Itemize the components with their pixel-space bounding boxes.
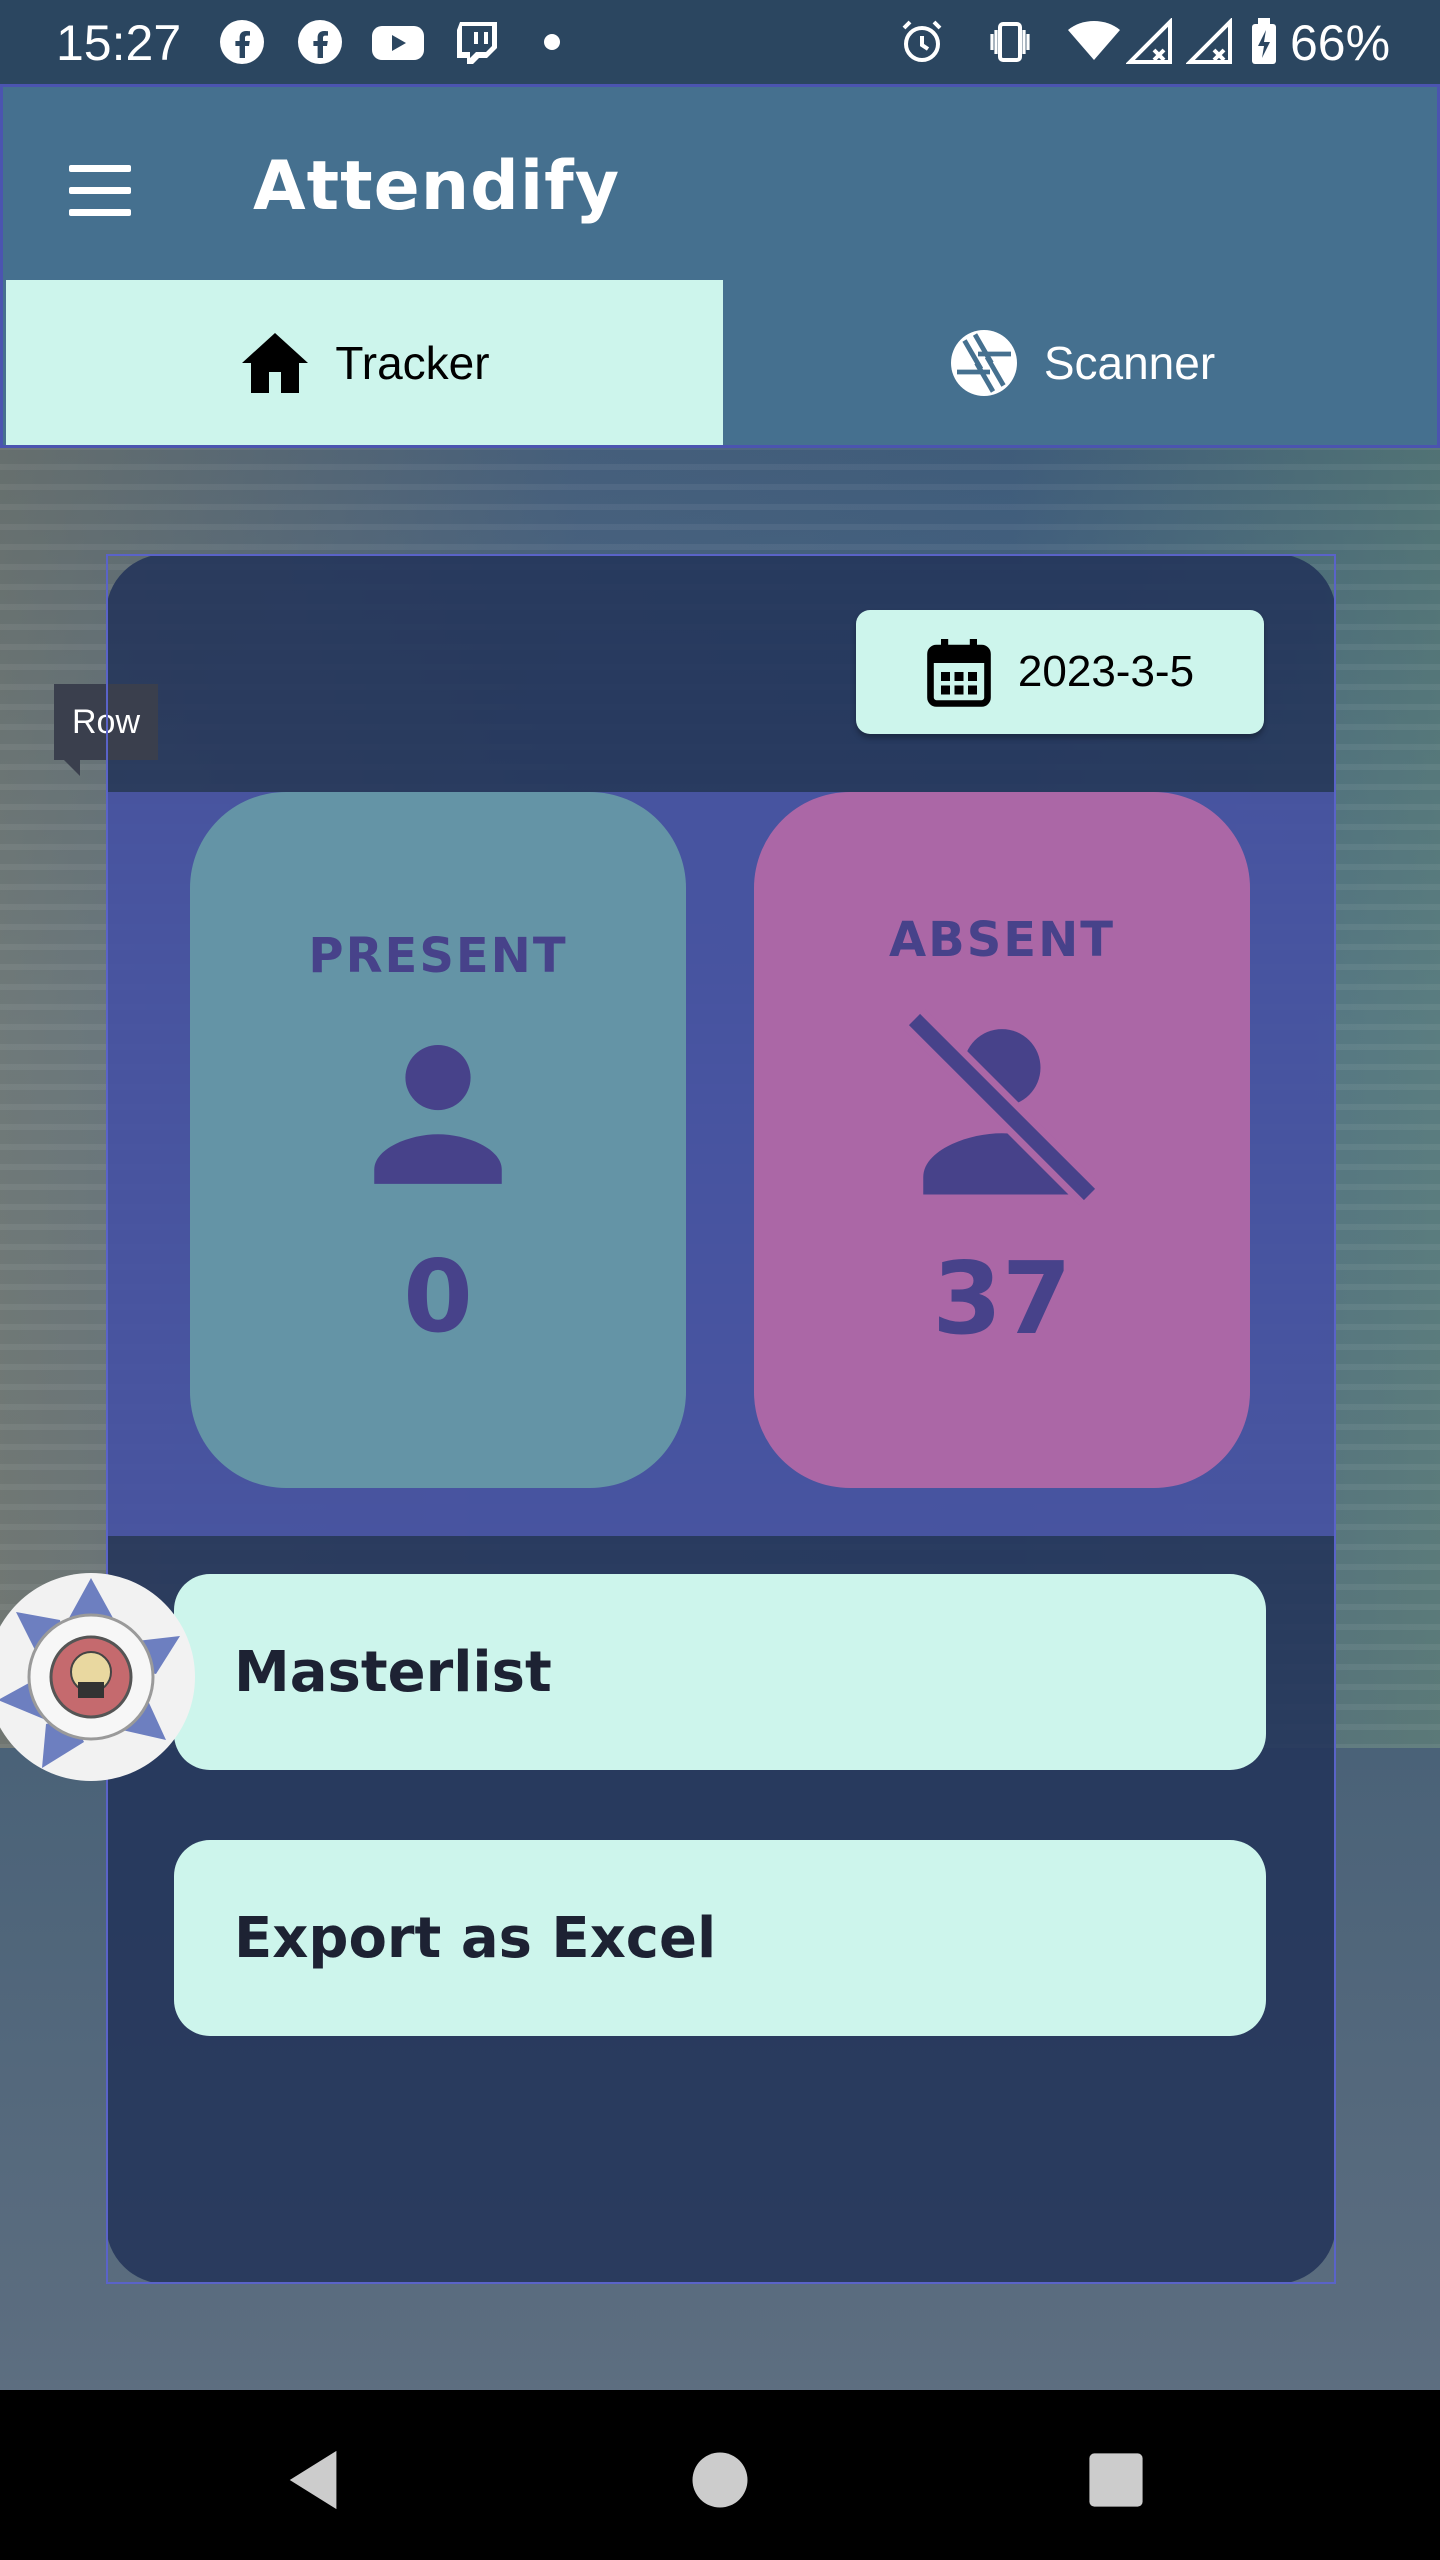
person-off-icon bbox=[903, 1008, 1101, 1206]
tab-scanner-label: Scanner bbox=[1043, 336, 1216, 389]
tab-scanner[interactable]: Scanner bbox=[723, 280, 1440, 445]
present-label: PRESENT bbox=[308, 928, 568, 984]
selected-date: 2023-3-5 bbox=[1017, 647, 1195, 696]
masterlist-label: Masterlist bbox=[234, 1639, 552, 1705]
dot-icon bbox=[544, 34, 560, 50]
home-circle-icon[interactable] bbox=[670, 2430, 770, 2530]
alarm-icon bbox=[902, 20, 942, 62]
tab-tracker[interactable]: Tracker bbox=[6, 280, 723, 445]
calendar-icon bbox=[927, 639, 991, 707]
battery-charging-icon bbox=[1252, 18, 1276, 64]
app-bar: Attendify bbox=[0, 84, 1440, 280]
date-picker-button[interactable]: 2023-3-5 bbox=[856, 610, 1264, 734]
vibrate-icon bbox=[990, 22, 1030, 62]
hamburger-menu-icon[interactable] bbox=[65, 165, 137, 219]
present-card[interactable]: PRESENT 0 bbox=[190, 792, 686, 1488]
home-icon bbox=[242, 332, 309, 393]
navigation-bar bbox=[0, 2392, 1440, 2560]
row-tooltip: Row bbox=[54, 684, 158, 776]
camera-shutter-icon bbox=[950, 329, 1017, 396]
signal-icon bbox=[1186, 18, 1232, 64]
person-icon bbox=[374, 1045, 502, 1184]
back-icon[interactable] bbox=[266, 2430, 366, 2530]
absent-label: ABSENT bbox=[888, 912, 1115, 968]
status-time: 15:27 bbox=[56, 15, 182, 71]
tab-tracker-label: Tracker bbox=[335, 336, 490, 389]
signal-icon bbox=[1126, 18, 1172, 64]
absent-count: 37 bbox=[932, 1240, 1072, 1357]
facebook-icon bbox=[298, 20, 342, 64]
app-title: Attendify bbox=[253, 147, 621, 226]
battery-percent: 66% bbox=[1290, 15, 1391, 71]
present-count: 0 bbox=[403, 1238, 473, 1355]
absent-card[interactable]: ABSENT 37 bbox=[754, 792, 1250, 1488]
status-bar: 15:27 66% bbox=[0, 0, 1440, 84]
masterlist-button[interactable]: Masterlist bbox=[174, 1574, 1266, 1770]
facebook-icon bbox=[220, 20, 264, 64]
youtube-icon bbox=[372, 26, 424, 60]
export-excel-button[interactable]: Export as Excel bbox=[174, 1840, 1266, 2036]
export-excel-label: Export as Excel bbox=[234, 1905, 717, 1971]
wifi-icon bbox=[1068, 21, 1120, 60]
tab-bar: Tracker Scanner bbox=[0, 280, 1440, 448]
twitch-icon bbox=[457, 22, 497, 64]
recents-icon[interactable] bbox=[1066, 2430, 1166, 2530]
